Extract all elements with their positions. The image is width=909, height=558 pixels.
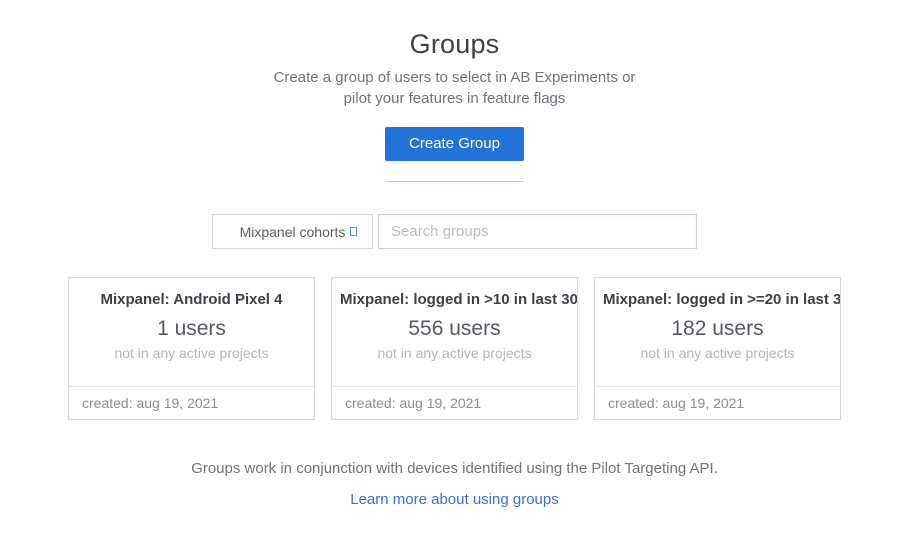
cohort-source-dropdown[interactable]: Mixpanel cohorts [212,214,373,249]
page-header: Groups Create a group of users to select… [0,29,909,109]
group-card-body: Mixpanel: Android Pixel 4 1 users not in… [69,278,314,386]
group-card[interactable]: Mixpanel: logged in >=20 in last 30... 1… [594,277,841,420]
create-group-button[interactable]: Create Group [385,127,524,161]
filter-controls: Mixpanel cohorts [0,214,909,249]
groups-page: Groups Create a group of users to select… [0,0,909,558]
group-card-user-count: 1 users [69,317,314,341]
group-card-status: not in any active projects [595,345,840,361]
group-card-body: Mixpanel: logged in >10 in last 30 ... 5… [332,278,577,386]
group-card-created: created: aug 19, 2021 [332,386,577,419]
create-group-row: Create Group [0,127,909,161]
group-card-title: Mixpanel: logged in >=20 in last 30... [595,291,840,308]
page-subtitle: Create a group of users to select in AB … [0,67,909,109]
group-card[interactable]: Mixpanel: Android Pixel 4 1 users not in… [68,277,315,420]
group-card-user-count: 182 users [595,317,840,341]
page-title: Groups [0,29,909,60]
cohort-source-dropdown-value: Mixpanel cohorts [240,224,346,240]
group-card-body: Mixpanel: logged in >=20 in last 30... 1… [595,278,840,386]
group-card-status: not in any active projects [69,345,314,361]
footer-info-text: Groups work in conjunction with devices … [0,460,909,477]
group-card-user-count: 556 users [332,317,577,341]
page-subtitle-line1: Create a group of users to select in AB … [0,67,909,88]
divider [386,181,524,182]
group-cards: Mixpanel: Android Pixel 4 1 users not in… [0,277,909,420]
search-groups-input[interactable] [378,214,697,249]
dropdown-indicator-icon [350,227,357,236]
footer-link-row: Learn more about using groups [0,491,909,509]
group-card-title: Mixpanel: Android Pixel 4 [69,291,314,308]
page-subtitle-line2: pilot your features in feature flags [0,88,909,109]
group-card-title: Mixpanel: logged in >10 in last 30 ... [332,291,577,308]
group-card-created: created: aug 19, 2021 [595,386,840,419]
group-card[interactable]: Mixpanel: logged in >10 in last 30 ... 5… [331,277,578,420]
group-card-status: not in any active projects [332,345,577,361]
group-card-created: created: aug 19, 2021 [69,386,314,419]
learn-more-link[interactable]: Learn more about using groups [350,491,558,508]
